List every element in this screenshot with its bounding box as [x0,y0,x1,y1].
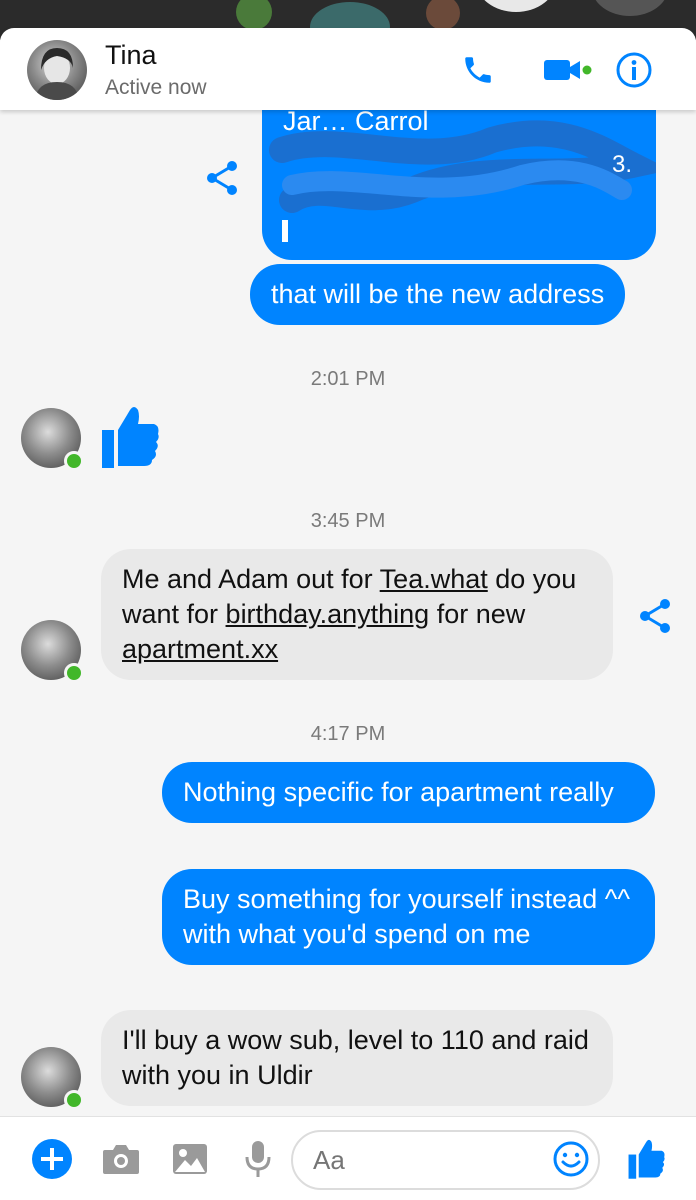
message-composer [0,1116,696,1200]
contact-status: Active now [105,76,207,99]
message-bubble-outgoing[interactable]: Buy something for yourself instead ^^ wi… [162,869,655,965]
share-icon[interactable] [204,158,240,198]
svg-text:3.: 3. [612,151,632,178]
strip-decoration [476,0,556,12]
online-indicator [64,1090,84,1110]
camera-icon[interactable] [100,1138,142,1180]
thumbs-up-icon[interactable] [100,404,162,470]
message-bubble-incoming[interactable]: Me and Adam out for Tea.what do you want… [101,549,613,680]
online-indicator [64,451,84,471]
timestamp: 4:17 PM [310,723,386,745]
strip-decoration [236,0,272,30]
online-indicator [64,663,84,683]
link[interactable]: apartment.xx [122,634,278,664]
strip-decoration [426,0,460,30]
message-bubble-incoming[interactable]: I'll buy a wow sub, level to 110 and rai… [101,1010,613,1106]
thumbs-up-icon[interactable] [626,1138,668,1180]
strip-decoration [592,0,668,16]
info-icon[interactable] [614,50,654,90]
conversation-header: Tina Active now [0,28,696,110]
contact-avatar-small[interactable] [21,408,84,471]
contact-avatar-small[interactable] [21,620,84,683]
timestamp: 3:45 PM [310,510,386,532]
video-call-icon[interactable] [540,50,596,90]
plus-icon[interactable] [31,1138,73,1180]
message-text: Me and Adam out for [122,564,380,594]
link[interactable]: birthday.anything [226,599,430,629]
message-text: for new [429,599,526,629]
contact-avatar-small[interactable] [21,1047,84,1110]
timestamp: 2:01 PM [310,368,386,390]
message-bubble-outgoing[interactable]: Nothing specific for apartment really [162,762,655,823]
message-list[interactable]: Jar… Carrol 3. that will be the new addr… [0,110,696,1115]
microphone-icon[interactable] [237,1138,279,1180]
emoji-icon[interactable] [550,1138,592,1180]
shared-contact-card[interactable]: Jar… Carrol 3. [262,110,656,260]
contact-name[interactable]: Tina [105,40,157,71]
link[interactable]: Tea.what [380,564,488,594]
share-icon[interactable] [637,596,673,636]
contact-avatar[interactable] [27,40,87,100]
phone-icon[interactable] [458,50,498,90]
image-icon[interactable] [169,1138,211,1180]
message-bubble-outgoing[interactable]: that will be the new address [250,264,626,325]
